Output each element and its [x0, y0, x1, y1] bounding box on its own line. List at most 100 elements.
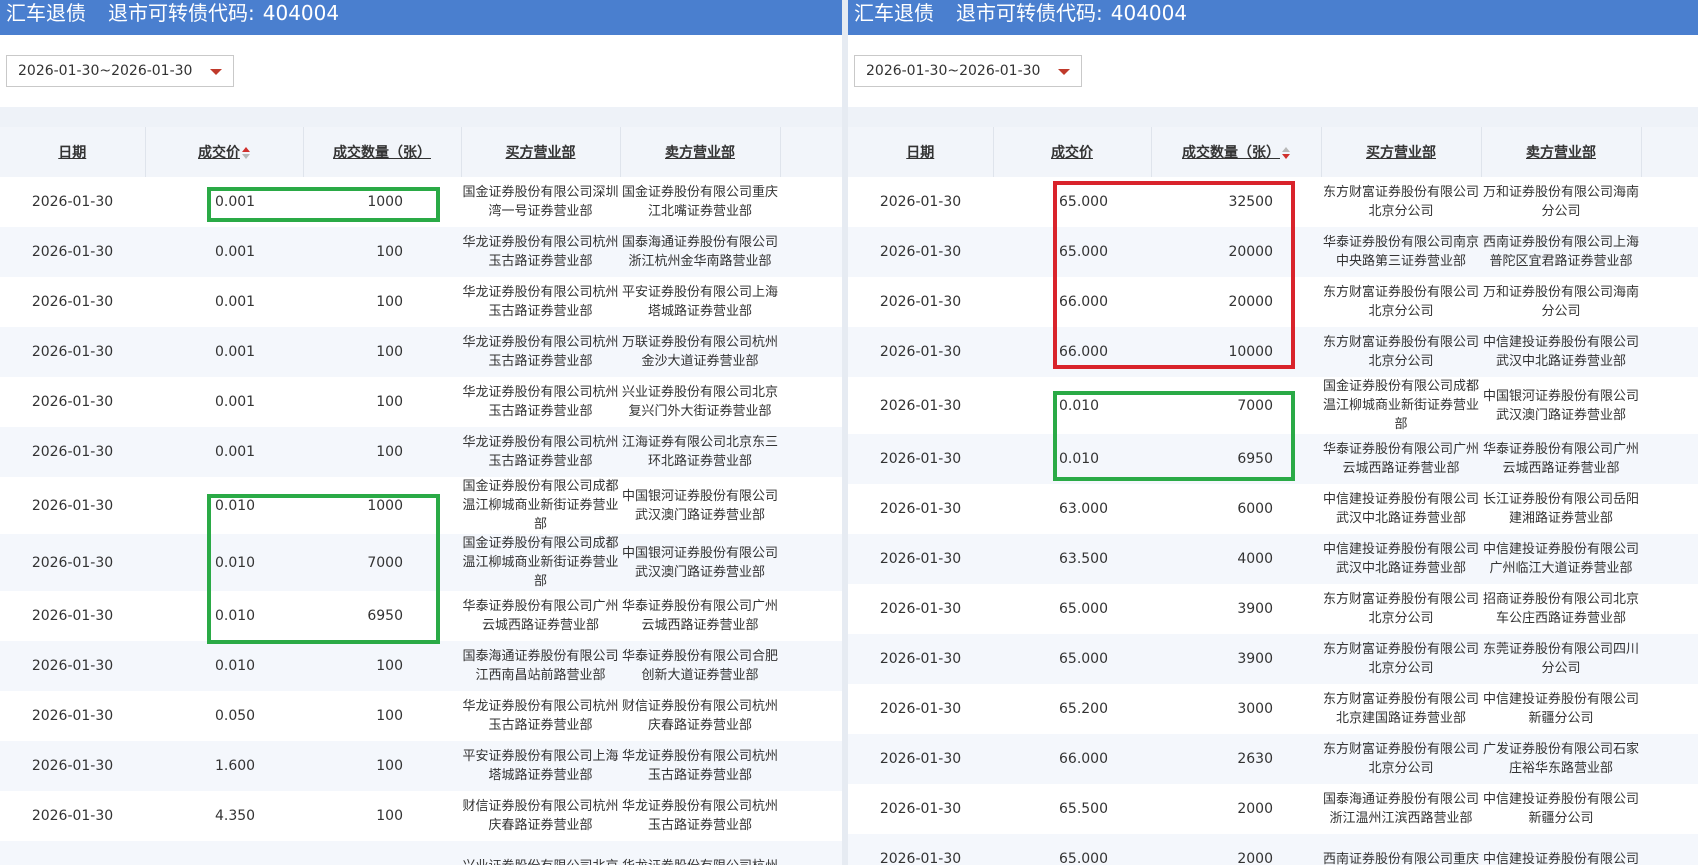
quantity-cell: 100	[376, 394, 403, 410]
table-row[interactable]: 2026-01-30 66.000 10000 东方财富证券股份有限公司北京分公司 中信…	[848, 327, 1698, 377]
price-cell: 0.001	[215, 344, 256, 360]
date-cell	[0, 841, 145, 865]
column-header-seller[interactable]: 卖方营业部	[1481, 127, 1642, 177]
table-row[interactable]: 2026-01-30 0.001 100 华龙证券股份有限公司杭州玉古路证券营业部 国泰…	[0, 227, 842, 277]
column-header-price[interactable]: 成交价	[993, 127, 1152, 177]
column-header-price[interactable]: 成交价	[145, 127, 304, 177]
table-row[interactable]: 2026-01-30 1.600 100 平安证券股份有限公司上海塔城路证券营业部 华龙…	[0, 741, 842, 791]
seller-cell: 长江证券股份有限公司岳阳建湘路证券营业部	[1482, 492, 1639, 526]
quantity-cell: 2630	[1237, 751, 1273, 767]
seller-cell: 华泰证券股份有限公司合肥创新大道证券营业部	[621, 649, 778, 683]
table-row[interactable]: 2026-01-30 0.010 6950 华泰证券股份有限公司广州云城西路证券营业部…	[848, 434, 1698, 484]
seller-cell: 广发证券股份有限公司石家庄裕华东路营业部	[1482, 742, 1639, 776]
sort-descending-icon[interactable]	[1281, 147, 1290, 159]
seller-cell: 中信建投证券股份有限公司新疆分公司	[1482, 792, 1639, 826]
table-row[interactable]: 2026-01-30 0.001 100 华龙证券股份有限公司杭州玉古路证券营业部 万联…	[0, 327, 842, 377]
buyer-cell: 东方财富证券股份有限公司北京分公司	[1322, 642, 1479, 676]
buyer-cell: 财信证券股份有限公司杭州庆春路证券营业部	[462, 799, 619, 833]
price-cell: 65.000	[1059, 851, 1108, 865]
seller-cell: 招商证券股份有限公司北京车公庄西路证券营业部	[1482, 592, 1639, 626]
sort-ascending-icon[interactable]	[241, 147, 250, 159]
table-row[interactable]: 2026-01-30 0.010 7000 国金证券股份有限公司成都温江柳城商业新街证…	[848, 377, 1698, 434]
date-cell: 2026-01-30	[879, 294, 962, 310]
quantity-cell: 7000	[367, 554, 403, 571]
table-row[interactable]: 2026-01-30 0.001 100 华龙证券股份有限公司杭州玉古路证券营业部 兴业…	[0, 377, 842, 427]
row-padding	[780, 477, 842, 534]
table-row[interactable]: 2026-01-30 65.200 3000 东方财富证券股份有限公司北京建国路证券营…	[848, 684, 1698, 734]
buyer-cell: 国金证券股份有限公司成都温江柳城商业新街证券营业部	[462, 536, 619, 589]
column-header-date[interactable]: 日期	[0, 127, 146, 177]
seller-cell: 万和证券股份有限公司海南分公司	[1482, 185, 1639, 219]
quantity-cell: 100	[376, 658, 403, 674]
buyer-cell: 东方财富证券股份有限公司北京分公司	[1322, 742, 1479, 776]
table-row[interactable]: 2026-01-30 65.000 32500 东方财富证券股份有限公司北京分公司 万和…	[848, 177, 1698, 227]
buyer-cell: 华龙证券股份有限公司杭州玉古路证券营业部	[462, 235, 619, 269]
table-row[interactable]: 2026-01-30 65.000 3900 东方财富证券股份有限公司北京分公司 招商证…	[848, 584, 1698, 634]
quantity-cell	[303, 841, 461, 865]
quantity-cell: 20000	[1228, 244, 1273, 260]
column-header-date[interactable]: 日期	[848, 127, 994, 177]
table-row[interactable]: 2026-01-30 65.500 2000 国泰海通证券股份有限公司浙江温州江滨西路…	[848, 784, 1698, 834]
column-header-buyer[interactable]: 买方营业部	[461, 127, 621, 177]
table-row[interactable]: 2026-01-30 65.000 20000 华泰证券股份有限公司南京中央路第三证券…	[848, 227, 1698, 277]
section-gap	[0, 107, 842, 127]
table-row[interactable]: 2026-01-30 65.000 2000 西南证券股份有限公司重庆 中信建投证券股份…	[848, 834, 1698, 865]
seller-cell: 国金证券股份有限公司重庆江北嘴证券营业部	[621, 185, 778, 219]
row-padding	[1641, 534, 1698, 584]
seller-cell: 华龙证券股份有限公司杭州玉古路证券营业部	[621, 799, 778, 833]
table-row[interactable]: 2026-01-30 0.010 100 国泰海通证券股份有限公司江西南昌站前路营业部…	[0, 641, 842, 691]
table-row[interactable]: 2026-01-30 0.001 100 华龙证券股份有限公司杭州玉古路证券营业部 江海…	[0, 427, 842, 477]
date-cell: 2026-01-30	[31, 758, 114, 774]
date-cell: 2026-01-30	[879, 551, 962, 567]
buyer-cell: 华龙证券股份有限公司杭州玉古路证券营业部	[462, 285, 619, 319]
table-row[interactable]: 2026-01-30 66.000 20000 东方财富证券股份有限公司北京分公司 万和…	[848, 277, 1698, 327]
column-header-quantity[interactable]: 成交数量（张）	[1151, 127, 1322, 177]
buyer-cell: 国金证券股份有限公司成都温江柳城商业新街证券营业部	[1322, 379, 1479, 432]
seller-cell: 东莞证券股份有限公司四川分公司	[1482, 642, 1639, 676]
seller-cell: 西南证券股份有限公司上海普陀区宜君路证券营业部	[1482, 235, 1639, 269]
column-header-seller[interactable]: 卖方营业部	[620, 127, 781, 177]
filter-area: 2026-01-30~2026-01-30	[0, 35, 842, 107]
trade-table: 日期 成交价 成交数量（张） 买方营业部 卖方营业部 2026-01-30 65.…	[848, 127, 1698, 865]
date-cell: 2026-01-30	[879, 194, 962, 210]
row-padding	[780, 741, 842, 791]
price-cell: 66.000	[1059, 294, 1108, 310]
table-row[interactable]: 2026-01-30 4.350 100 财信证券股份有限公司杭州庆春路证券营业部 华龙…	[0, 791, 842, 841]
buyer-cell: 国金证券股份有限公司深圳湾一号证券营业部	[462, 185, 619, 219]
table-row[interactable]: 2026-01-30 65.000 3900 东方财富证券股份有限公司北京分公司 东莞证…	[848, 634, 1698, 684]
seller-cell: 中国银河证券股份有限公司武汉澳门路证券营业部	[1482, 388, 1639, 423]
buyer-cell: 国泰海通证券股份有限公司江西南昌站前路营业部	[462, 649, 619, 683]
column-header-quantity[interactable]: 成交数量（张）	[303, 127, 462, 177]
table-row[interactable]: 2026-01-30 0.010 7000 国金证券股份有限公司成都温江柳城商业新街证…	[0, 534, 842, 591]
row-padding	[1641, 634, 1698, 684]
column-header-buyer[interactable]: 买方营业部	[1321, 127, 1482, 177]
buyer-cell: 华龙证券股份有限公司杭州玉古路证券营业部	[462, 385, 619, 419]
table-row[interactable]: 2026-01-30 0.010 1000 国金证券股份有限公司成都温江柳城商业新街证…	[0, 477, 842, 534]
row-padding	[1641, 177, 1698, 227]
row-padding	[780, 327, 842, 377]
table-row[interactable]: 2026-01-30 0.001 1000 国金证券股份有限公司深圳湾一号证券营业部国…	[0, 177, 842, 227]
table-row[interactable]: 2026-01-30 66.000 2630 东方财富证券股份有限公司北京分公司 广发证…	[848, 734, 1698, 784]
table-row[interactable]: 兴业证券股份有限公司北京华龙证券股份有限公司杭州	[0, 841, 842, 865]
price-cell: 0.010	[215, 554, 256, 571]
quantity-cell: 100	[376, 244, 403, 260]
price-cell: 65.000	[1059, 244, 1108, 260]
price-cell: 0.001	[215, 394, 256, 410]
date-range-select[interactable]: 2026-01-30~2026-01-30	[854, 55, 1082, 87]
table-row[interactable]: 2026-01-30 63.000 6000 中信建投证券股份有限公司武汉中北路证券营…	[848, 484, 1698, 534]
table-row[interactable]: 2026-01-30 63.500 4000 中信建投证券股份有限公司武汉中北路证券营…	[848, 534, 1698, 584]
quantity-cell: 4000	[1237, 551, 1273, 567]
seller-cell: 华泰证券股份有限公司广州云城西路证券营业部	[1482, 442, 1639, 476]
section-gap	[848, 107, 1698, 127]
date-cell: 2026-01-30	[879, 851, 962, 865]
date-cell: 2026-01-30	[31, 708, 114, 724]
table-row[interactable]: 2026-01-30 0.010 6950 华泰证券股份有限公司广州云城西路证券营业部…	[0, 591, 842, 641]
date-range-select[interactable]: 2026-01-30~2026-01-30	[6, 55, 234, 87]
date-cell: 2026-01-30	[31, 608, 114, 624]
row-padding	[1641, 434, 1698, 484]
table-row[interactable]: 2026-01-30 0.001 100 华龙证券股份有限公司杭州玉古路证券营业部 平安…	[0, 277, 842, 327]
row-padding	[1641, 327, 1698, 377]
date-cell: 2026-01-30	[879, 244, 962, 260]
price-cell: 0.001	[215, 444, 256, 460]
table-row[interactable]: 2026-01-30 0.050 100 华龙证券股份有限公司杭州玉古路证券营业部 财信…	[0, 691, 842, 741]
